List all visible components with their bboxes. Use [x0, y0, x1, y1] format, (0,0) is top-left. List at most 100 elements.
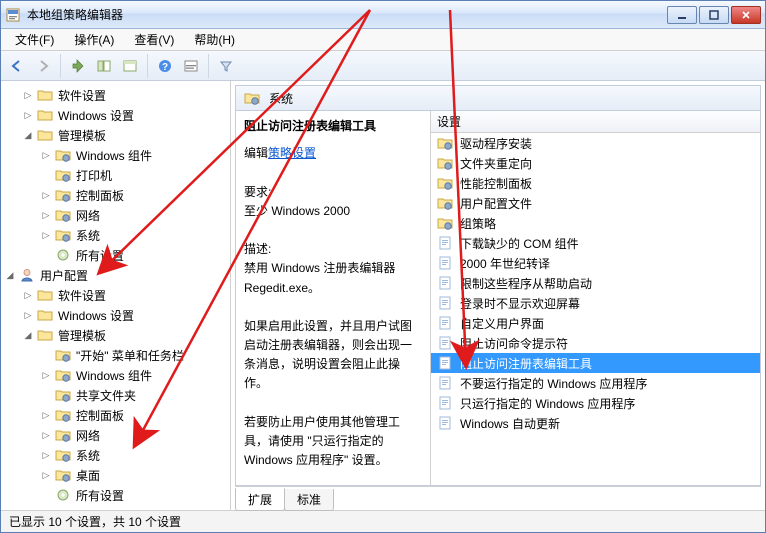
export-button[interactable] [179, 54, 203, 78]
collapse-icon[interactable]: ◢ [21, 128, 35, 142]
menu-view[interactable]: 查看(V) [126, 29, 182, 50]
up-button[interactable] [66, 54, 90, 78]
user-icon [19, 267, 35, 283]
folder-gear-icon [55, 167, 71, 183]
list-item[interactable]: 用户配置文件 [431, 193, 760, 213]
policy-icon [437, 375, 453, 391]
list-item[interactable]: 只运行指定的 Windows 应用程序 [431, 393, 760, 413]
close-button[interactable] [731, 6, 761, 24]
details-requirement: 至少 Windows 2000 [244, 202, 422, 221]
status-text: 已显示 10 个设置，共 10 个设置 [9, 513, 181, 530]
list-item-selected[interactable]: 阻止访问注册表编辑工具 [431, 353, 760, 373]
settings-list[interactable]: 设置 驱动程序安装 文件夹重定向 性能控制面板 用户配置文件 组策略 下载缺少的… [431, 111, 760, 485]
folder-gear-icon [437, 175, 453, 191]
tree-item[interactable]: ◢管理模板 [21, 325, 230, 345]
menu-file[interactable]: 文件(F) [7, 29, 62, 50]
list-item[interactable]: 性能控制面板 [431, 173, 760, 193]
forward-button[interactable] [31, 54, 55, 78]
policy-icon [437, 255, 453, 271]
tree-item[interactable]: 共享文件夹 [39, 385, 230, 405]
expand-icon[interactable]: ▷ [39, 228, 53, 242]
setting-name: 阻止访问注册表编辑工具 [244, 117, 422, 136]
folder-gear-icon [55, 407, 71, 423]
tree-item-user-config[interactable]: ◢用户配置 [3, 265, 230, 285]
folder-gear-icon [437, 215, 453, 231]
expand-icon[interactable]: ▷ [39, 408, 53, 422]
list-item[interactable]: 自定义用户界面 [431, 313, 760, 333]
tree-item[interactable]: ◢管理模板 [21, 125, 230, 145]
properties-button[interactable] [118, 54, 142, 78]
folder-icon [37, 327, 53, 343]
window-title: 本地组策略编辑器 [27, 6, 667, 23]
list-item[interactable]: 文件夹重定向 [431, 153, 760, 173]
expand-icon[interactable]: ▷ [39, 208, 53, 222]
folder-gear-icon [55, 227, 71, 243]
expand-icon[interactable]: ▷ [39, 148, 53, 162]
list-item[interactable]: 阻止访问命令提示符 [431, 333, 760, 353]
tree-item[interactable]: ▷Windows 设置 [21, 105, 230, 125]
menu-action[interactable]: 操作(A) [66, 29, 122, 50]
list-item[interactable]: Windows 自动更新 [431, 413, 760, 433]
back-button[interactable] [5, 54, 29, 78]
tree-item[interactable]: ▷系统 [39, 225, 230, 245]
folder-icon [37, 287, 53, 303]
tree-item[interactable]: ▷网络 [39, 425, 230, 445]
list-item[interactable]: 下载缺少的 COM 组件 [431, 233, 760, 253]
tree-item[interactable]: ▷控制面板 [39, 405, 230, 425]
tree-pane[interactable]: ▷软件设置 ▷Windows 设置 ◢管理模板 ▷Windows 组件 打印机 … [1, 81, 231, 510]
tree-item[interactable]: ▷控制面板 [39, 185, 230, 205]
collapse-icon[interactable]: ◢ [3, 268, 17, 282]
expand-icon[interactable]: ▷ [39, 188, 53, 202]
minimize-button[interactable] [667, 6, 697, 24]
folder-gear-icon [55, 347, 71, 363]
tree-item[interactable]: ▷Windows 组件 [39, 365, 230, 385]
folder-icon [37, 127, 53, 143]
collapse-icon[interactable]: ◢ [21, 328, 35, 342]
tab-extend[interactable]: 扩展 [235, 488, 285, 511]
list-item[interactable]: 组策略 [431, 213, 760, 233]
expand-icon[interactable]: ▷ [21, 288, 35, 302]
menu-help[interactable]: 帮助(H) [186, 29, 243, 50]
details-description-header: 描述: [244, 240, 422, 259]
tree-item[interactable]: ▷软件设置 [21, 85, 230, 105]
edit-policy-link[interactable]: 策略设置 [268, 146, 316, 160]
list-item[interactable]: 不要运行指定的 Windows 应用程序 [431, 373, 760, 393]
tree-item[interactable]: 打印机 [39, 165, 230, 185]
svg-text:?: ? [162, 62, 168, 73]
app-window: 本地组策略编辑器 文件(F) 操作(A) 查看(V) 帮助(H) ? [0, 0, 766, 533]
folder-gear-icon [55, 387, 71, 403]
tree-item[interactable]: ▷桌面 [39, 465, 230, 485]
list-item[interactable]: 驱动程序安装 [431, 133, 760, 153]
tree-item[interactable]: ▷软件设置 [21, 285, 230, 305]
help-button[interactable]: ? [153, 54, 177, 78]
expand-icon[interactable]: ▷ [39, 368, 53, 382]
expand-icon[interactable]: ▷ [39, 428, 53, 442]
expand-icon[interactable]: ▷ [21, 308, 35, 322]
list-item[interactable]: 登录时不显示欢迎屏幕 [431, 293, 760, 313]
folder-gear-icon [55, 427, 71, 443]
list-item[interactable]: 限制这些程序从帮助启动 [431, 273, 760, 293]
tab-standard[interactable]: 标准 [284, 489, 334, 511]
titlebar[interactable]: 本地组策略编辑器 [1, 1, 765, 29]
tree-item[interactable]: ▷网络 [39, 205, 230, 225]
tree-item[interactable]: ▷Windows 组件 [39, 145, 230, 165]
tabs: 扩展 标准 [235, 486, 761, 510]
tree-item[interactable]: 所有设置 [39, 245, 230, 265]
filter-button[interactable] [214, 54, 238, 78]
list-item[interactable]: 2000 年世纪转译 [431, 253, 760, 273]
tree-item-system[interactable]: ▷系统 [39, 445, 230, 465]
policy-icon [437, 335, 453, 351]
expand-icon[interactable]: ▷ [39, 448, 53, 462]
tree-item[interactable]: 所有设置 [39, 485, 230, 505]
expand-icon[interactable]: ▷ [21, 108, 35, 122]
folder-icon [37, 87, 53, 103]
tree-item[interactable]: "开始" 菜单和任务栏 [39, 345, 230, 365]
folder-gear-icon [55, 147, 71, 163]
details-pane: 阻止访问注册表编辑工具 编辑策略设置 要求: 至少 Windows 2000 描… [236, 111, 431, 485]
maximize-button[interactable] [699, 6, 729, 24]
tree-item[interactable]: ▷Windows 设置 [21, 305, 230, 325]
show-hide-tree-button[interactable] [92, 54, 116, 78]
expand-icon[interactable]: ▷ [21, 88, 35, 102]
expand-icon[interactable]: ▷ [39, 468, 53, 482]
list-column-header[interactable]: 设置 [431, 111, 760, 133]
